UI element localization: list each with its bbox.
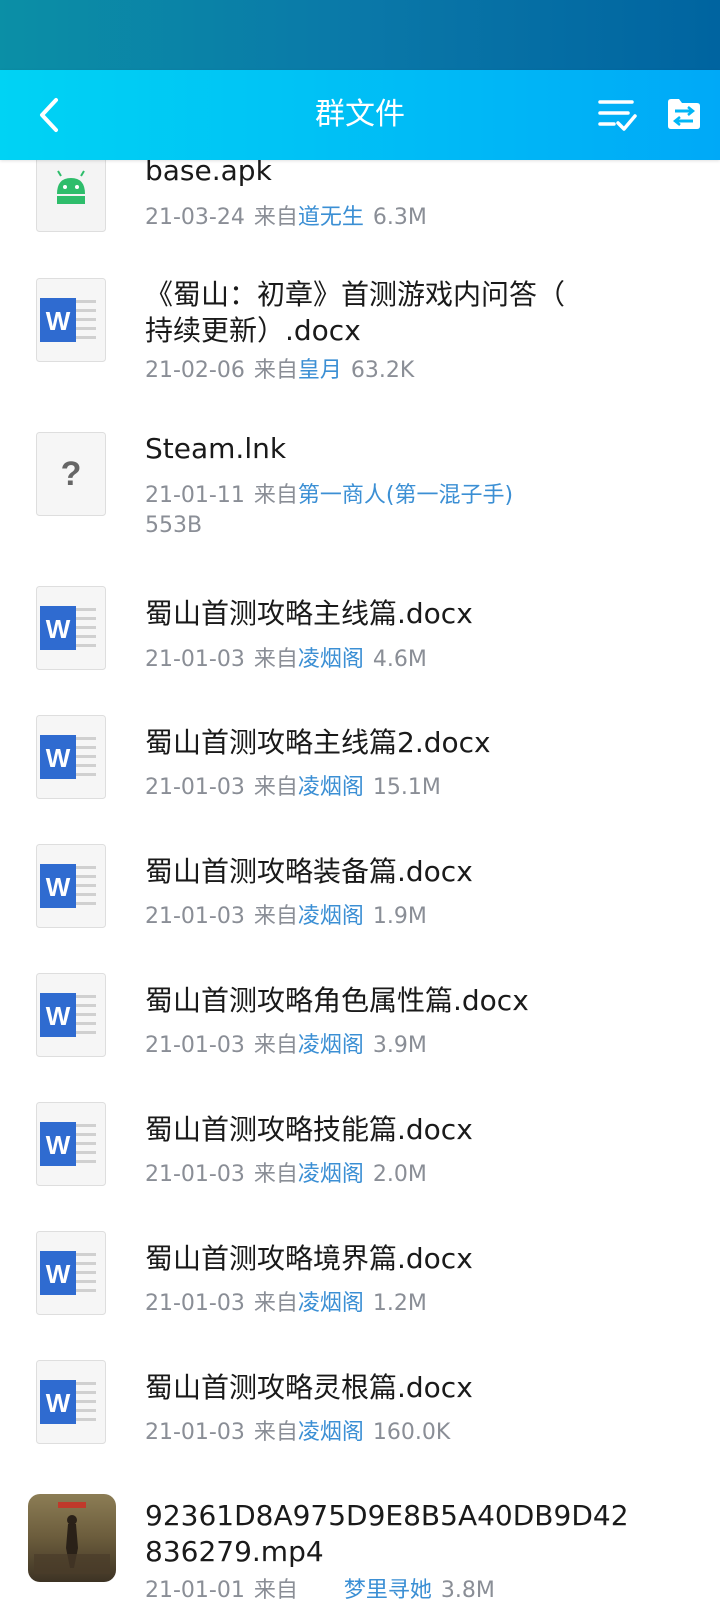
file-size: 160.0K	[372, 1420, 451, 1445]
file-date: 21-01-03	[145, 1291, 245, 1316]
sender-link[interactable]: 道无生	[298, 205, 364, 230]
from-label: 来自	[253, 1578, 298, 1603]
file-name: 蜀山首测攻略主线篇2.docx	[145, 726, 491, 759]
file-meta: 21-01-01 来自 梦里寻她 3.8M	[145, 1576, 665, 1606]
sender-link[interactable]: 凌烟阁	[298, 1033, 364, 1058]
file-meta: 21-01-03 来自凌烟阁 4.6M	[145, 645, 665, 675]
sender-link[interactable]: 凌烟阁	[298, 647, 364, 672]
file-meta: 21-01-11 来自第一商人(第一混子手)	[145, 481, 665, 511]
file-date: 21-01-03	[145, 775, 245, 800]
word-icon: W	[36, 1102, 106, 1186]
file-name-line-1: 《蜀山：初章》首测游戏内问答（	[145, 278, 566, 311]
file-name-line-1: 92361D8A975D9E8B5A40DB9D42	[145, 1499, 629, 1532]
file-name: 蜀山首测攻略角色属性篇.docx	[145, 984, 529, 1017]
from-label: 来自	[253, 1162, 298, 1187]
from-label: 来自	[253, 775, 298, 800]
sort-list-icon	[598, 100, 637, 131]
svg-text:W: W	[46, 1388, 71, 1418]
from-label: 来自	[253, 647, 298, 672]
from-label: 来自	[253, 483, 298, 508]
file-size: 553B	[145, 513, 203, 538]
file-name: 蜀山首测攻略主线篇.docx	[145, 597, 473, 630]
svg-text:W: W	[46, 1259, 71, 1289]
file-size: 1.2M	[372, 1291, 427, 1316]
file-meta: 21-01-03 来自凌烟阁 15.1M	[145, 773, 665, 803]
sender-link[interactable]: 凌烟阁	[298, 1162, 364, 1187]
word-icon: W	[36, 1360, 106, 1444]
sender-link[interactable]: 凌烟阁	[298, 904, 364, 929]
from-label: 来自	[253, 358, 298, 383]
word-icon: W	[36, 844, 106, 928]
file-date: 21-01-03	[145, 1420, 245, 1445]
file-date: 21-01-11	[145, 483, 245, 508]
folder-icon	[668, 99, 700, 129]
file-date: 21-01-03	[145, 904, 245, 929]
file-size: 6.3M	[372, 205, 427, 230]
from-label: 来自	[253, 1420, 298, 1445]
folder-button[interactable]	[666, 96, 702, 132]
word-icon: W	[36, 1231, 106, 1315]
file-date: 21-01-03	[145, 1033, 245, 1058]
svg-text:W: W	[46, 1001, 71, 1031]
svg-text:W: W	[46, 872, 71, 902]
file-size: 2.0M	[372, 1162, 427, 1187]
file-size: 63.2K	[350, 358, 415, 383]
word-icon: W	[36, 973, 106, 1057]
svg-text:W: W	[46, 306, 71, 336]
file-name-line-2: 持续更新）.docx	[145, 314, 361, 347]
svg-text:W: W	[46, 743, 71, 773]
sender-link[interactable]: 凌烟阁	[298, 775, 364, 800]
file-date: 21-01-03	[145, 647, 245, 672]
sender-link[interactable]: 凌烟阁	[298, 1291, 364, 1316]
file-name: Steam.lnk	[145, 432, 287, 465]
file-meta: 21-01-03 来自凌烟阁 3.9M	[145, 1031, 665, 1061]
file-size: 4.6M	[372, 647, 427, 672]
sender-link[interactable]: 第一商人(第一混子手)	[298, 483, 513, 508]
title-bar: 群文件	[0, 70, 720, 160]
file-list: base.apk 21-03-24 来自道无生 6.3M W 《蜀山：初章》首测游戏…	[0, 0, 720, 1603]
android-icon	[36, 148, 106, 232]
word-icon: W	[36, 278, 106, 362]
file-meta: 21-01-03 来自凌烟阁 160.0K	[145, 1418, 665, 1448]
file-size: 15.1M	[372, 775, 441, 800]
file-date: 21-01-01	[145, 1578, 245, 1603]
sender-link[interactable]: 凌烟阁	[298, 1420, 364, 1445]
file-name: 蜀山首测攻略技能篇.docx	[145, 1113, 473, 1146]
file-date: 21-01-03	[145, 1162, 245, 1187]
sender-link[interactable]: 梦里寻她	[344, 1578, 432, 1603]
file-name-line-2: 836279.mp4	[145, 1535, 324, 1568]
from-label: 来自	[253, 1291, 298, 1316]
file-name: 蜀山首测攻略装备篇.docx	[145, 855, 473, 888]
word-icon: W	[36, 715, 106, 799]
sender-link[interactable]: 皇月	[298, 358, 342, 383]
file-meta: 21-02-06 来自皇月 63.2K	[145, 356, 665, 386]
file-date: 21-02-06	[145, 358, 245, 383]
file-name: 蜀山首测攻略境界篇.docx	[145, 1242, 473, 1275]
unknown-file-icon: ?	[36, 432, 106, 516]
file-meta: 21-01-03 来自凌烟阁 2.0M	[145, 1160, 665, 1190]
file-size: 1.9M	[372, 904, 427, 929]
file-date: 21-03-24	[145, 205, 245, 230]
file-meta: 21-01-03 来自凌烟阁 1.2M	[145, 1289, 665, 1319]
from-label: 来自	[253, 205, 298, 230]
sort-button[interactable]	[598, 96, 638, 136]
svg-text:W: W	[46, 614, 71, 644]
file-size: 3.9M	[372, 1033, 427, 1058]
video-thumbnail-icon	[28, 1494, 116, 1582]
from-label: 来自	[253, 1033, 298, 1058]
from-label: 来自	[253, 904, 298, 929]
file-meta: 21-01-03 来自凌烟阁 1.9M	[145, 902, 665, 932]
svg-text:?: ?	[61, 455, 82, 493]
word-icon: W	[36, 586, 106, 670]
file-name: 蜀山首测攻略灵根篇.docx	[145, 1371, 473, 1404]
svg-text:W: W	[46, 1130, 71, 1160]
file-meta: 21-03-24 来自道无生 6.3M	[145, 203, 665, 233]
file-size: 3.8M	[440, 1578, 495, 1603]
